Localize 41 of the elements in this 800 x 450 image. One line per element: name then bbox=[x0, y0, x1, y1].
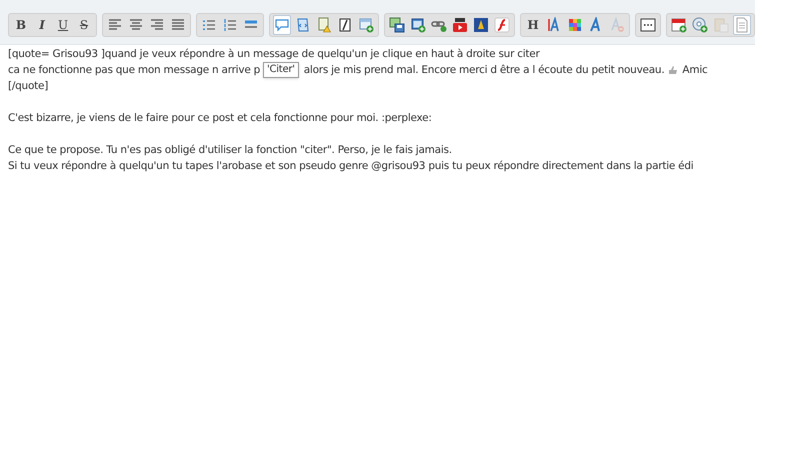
numbered-list-icon bbox=[222, 17, 238, 33]
flash-icon bbox=[494, 17, 510, 33]
font-remove-icon bbox=[609, 17, 625, 33]
format-button[interactable]: I bbox=[33, 15, 51, 35]
paste-icon bbox=[713, 17, 729, 33]
text-line: alors je mis prend mal. Encore merci d être a l écoute du petit nouveau. bbox=[304, 63, 664, 78]
video-logo-icon bbox=[452, 17, 468, 33]
toolbar-button[interactable] bbox=[388, 15, 406, 35]
tooltip: 'Citer' bbox=[263, 62, 299, 78]
disc-icon bbox=[692, 17, 708, 33]
ellipsis-icon bbox=[640, 17, 656, 33]
code-document-icon bbox=[295, 17, 311, 33]
text-line: Ce que te propose. Tu n'es pas obligé d'utiliser la fonction "citer". Perso, je le fais jamais. bbox=[8, 143, 452, 158]
format-button[interactable]: B bbox=[12, 15, 30, 35]
color-grid-icon bbox=[567, 17, 583, 33]
window-add-icon bbox=[358, 17, 374, 33]
format-button[interactable]: S bbox=[75, 15, 93, 35]
toolbar-button[interactable] bbox=[451, 15, 469, 35]
text-line: [quote= Grisou93 ]quand je veux répondre à un message de quelqu'un je clique en haut à droite sur citer bbox=[8, 47, 540, 62]
window-add-icon bbox=[410, 17, 426, 33]
thumb-icon bbox=[668, 65, 678, 75]
warning-note-icon bbox=[316, 17, 332, 33]
text-line: Amic bbox=[682, 63, 708, 78]
speech-bubble-icon bbox=[274, 17, 290, 33]
justify-icon bbox=[170, 17, 186, 33]
font-letter-icon bbox=[546, 17, 562, 33]
format-button[interactable]: U bbox=[54, 15, 72, 35]
align-right-icon bbox=[149, 17, 165, 33]
align-center-icon bbox=[128, 17, 144, 33]
text-line: [/quote] bbox=[8, 79, 48, 94]
align-left-icon bbox=[107, 17, 123, 33]
page-icon bbox=[734, 17, 750, 33]
text-line: Si tu veux répondre à quelqu'un tu tapes l'arobase et son pseudo genre @grisou93 puis tu peux répondre directement dans la partie édi bbox=[8, 159, 694, 174]
toolbar-button[interactable] bbox=[472, 15, 490, 35]
text-line: ca ne fonctionne pas que mon message n arrive p bbox=[8, 63, 260, 78]
calendar-icon bbox=[671, 17, 687, 33]
flag-icon bbox=[473, 17, 489, 33]
edit-box-icon bbox=[337, 17, 353, 33]
text-line: C'est bizarre, je viens de le faire pour ce post et cela fonctionne pour moi. :perplexe: bbox=[8, 111, 432, 126]
format-button[interactable]: H bbox=[524, 15, 542, 35]
image-save-icon bbox=[389, 17, 405, 33]
